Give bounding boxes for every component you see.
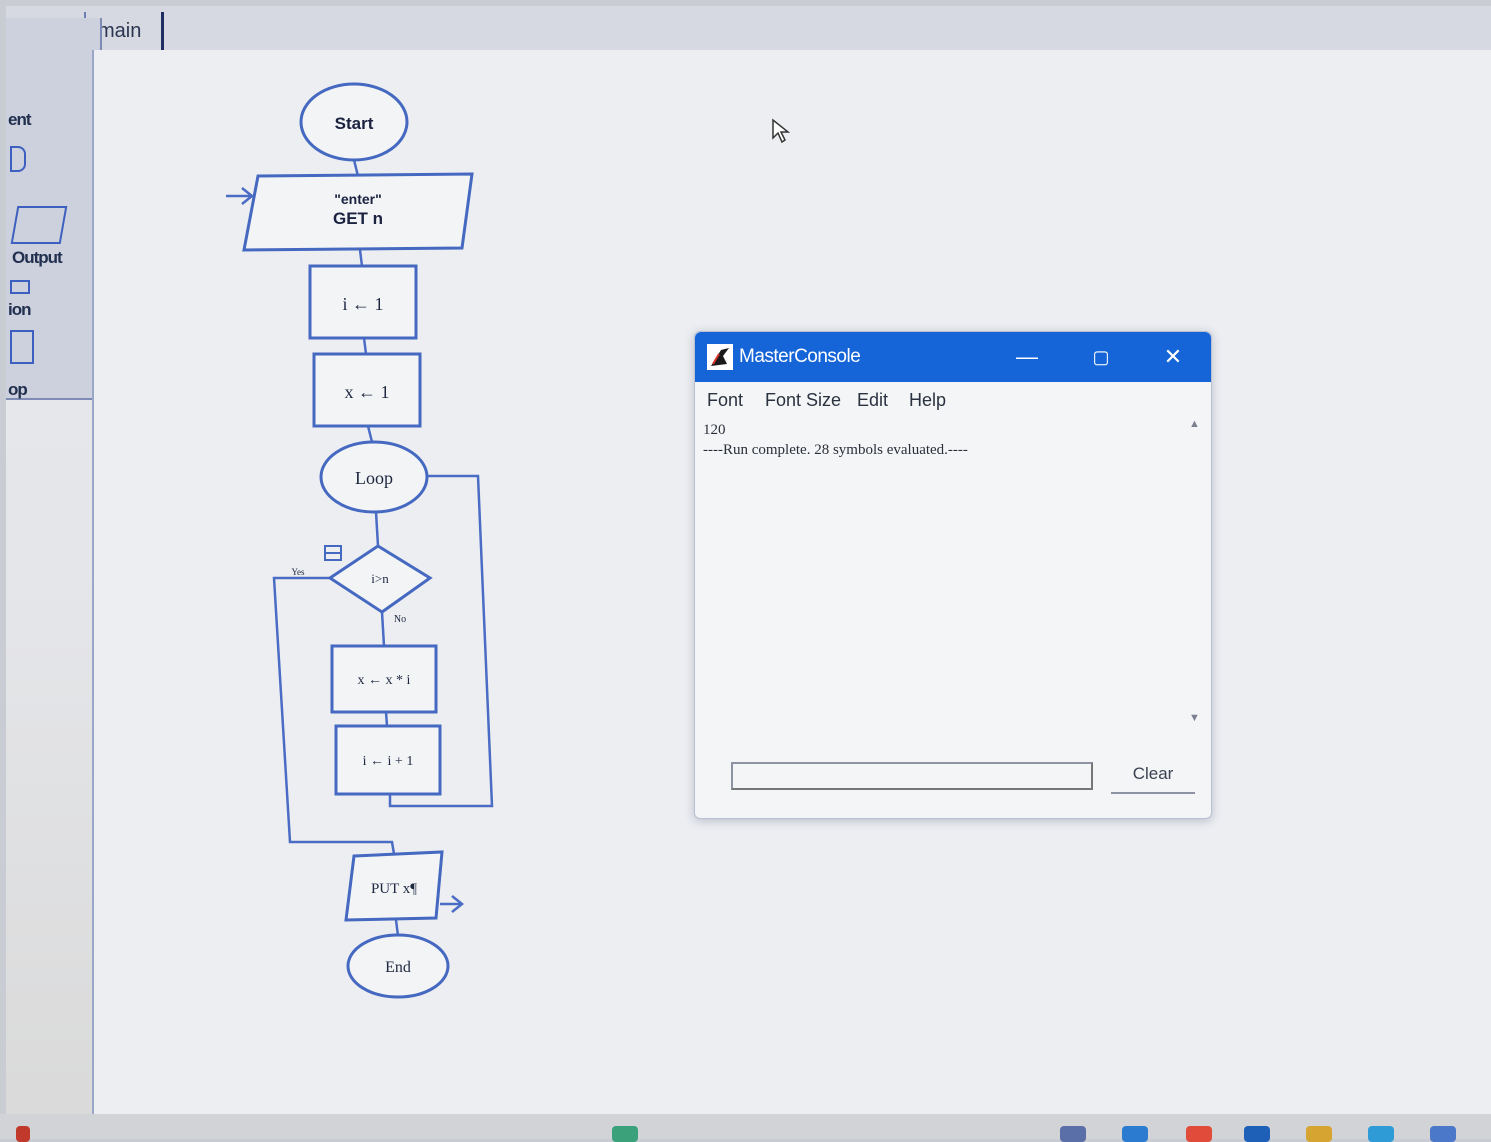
assign-x-mul-text: x ← x * i	[358, 673, 411, 688]
screen: main ent Output ion op Start "enter" GET…	[6, 6, 1491, 1139]
minimize-button[interactable]: —	[1007, 342, 1047, 372]
raptor-app-icon	[707, 344, 733, 370]
taskbar-app-icon[interactable]	[1122, 1126, 1148, 1142]
connector	[366, 425, 374, 443]
input-prompt-text: "enter"	[334, 191, 382, 207]
master-console-window: MasterConsole — ▢ ✕ Font Font Size Edit …	[694, 331, 1212, 819]
maximize-button[interactable]: ▢	[1081, 342, 1121, 372]
assign-i-inc-text: i ← i + 1	[363, 754, 414, 769]
taskbar	[0, 1114, 1491, 1142]
output-text: PUT x¶	[371, 881, 417, 897]
clear-button[interactable]: Clear	[1111, 760, 1195, 794]
yes-branch-label: Yes	[291, 567, 305, 577]
console-menu-bar: Font Font Size Edit Help	[695, 384, 1211, 414]
decision-text: i>n	[371, 571, 389, 586]
taskbar-folder-icon[interactable]	[1306, 1126, 1332, 1142]
console-input-field[interactable]	[731, 762, 1093, 790]
scroll-down-arrow-icon[interactable]: ▼	[1189, 712, 1200, 724]
assign-i-text: i ← 1	[342, 294, 383, 314]
menu-font[interactable]: Font	[707, 390, 743, 411]
input-variable-text: GET n	[333, 209, 383, 228]
taskbar-app-icon[interactable]	[1430, 1126, 1456, 1142]
connector	[362, 337, 368, 355]
end-label: End	[385, 959, 411, 976]
scroll-up-arrow-icon[interactable]: ▲	[1189, 418, 1200, 430]
loop-label: Loop	[355, 468, 393, 488]
taskbar-app-icon[interactable]	[16, 1126, 30, 1142]
assign-x-text: x ← 1	[345, 382, 390, 402]
connector	[380, 611, 386, 647]
taskbar-browser-icon[interactable]	[1186, 1126, 1212, 1142]
console-title-bar[interactable]: MasterConsole — ▢ ✕	[695, 332, 1211, 382]
taskbar-edge-icon[interactable]	[1368, 1126, 1394, 1142]
taskbar-search-icon[interactable]	[1060, 1126, 1086, 1142]
menu-font-size[interactable]: Font Size	[765, 390, 841, 411]
taskbar-app-icon[interactable]	[1244, 1126, 1270, 1142]
exit-connector	[272, 576, 396, 855]
console-output-area[interactable]: 120 ----Run complete. 28 symbols evaluat…	[701, 416, 1181, 736]
taskbar-app-icon[interactable]	[612, 1126, 638, 1142]
connector	[384, 711, 389, 727]
output-status: ----Run complete. 28 symbols evaluated.-…	[703, 442, 968, 458]
output-result: 120	[703, 422, 726, 438]
start-label: Start	[335, 114, 374, 133]
menu-help[interactable]: Help	[909, 390, 946, 411]
connector	[358, 249, 364, 267]
console-title: MasterConsole	[739, 346, 861, 367]
no-branch-label: No	[394, 614, 406, 625]
mouse-pointer-icon	[772, 118, 791, 144]
connector	[374, 511, 380, 547]
menu-edit[interactable]: Edit	[857, 390, 888, 411]
close-button[interactable]: ✕	[1153, 342, 1193, 372]
